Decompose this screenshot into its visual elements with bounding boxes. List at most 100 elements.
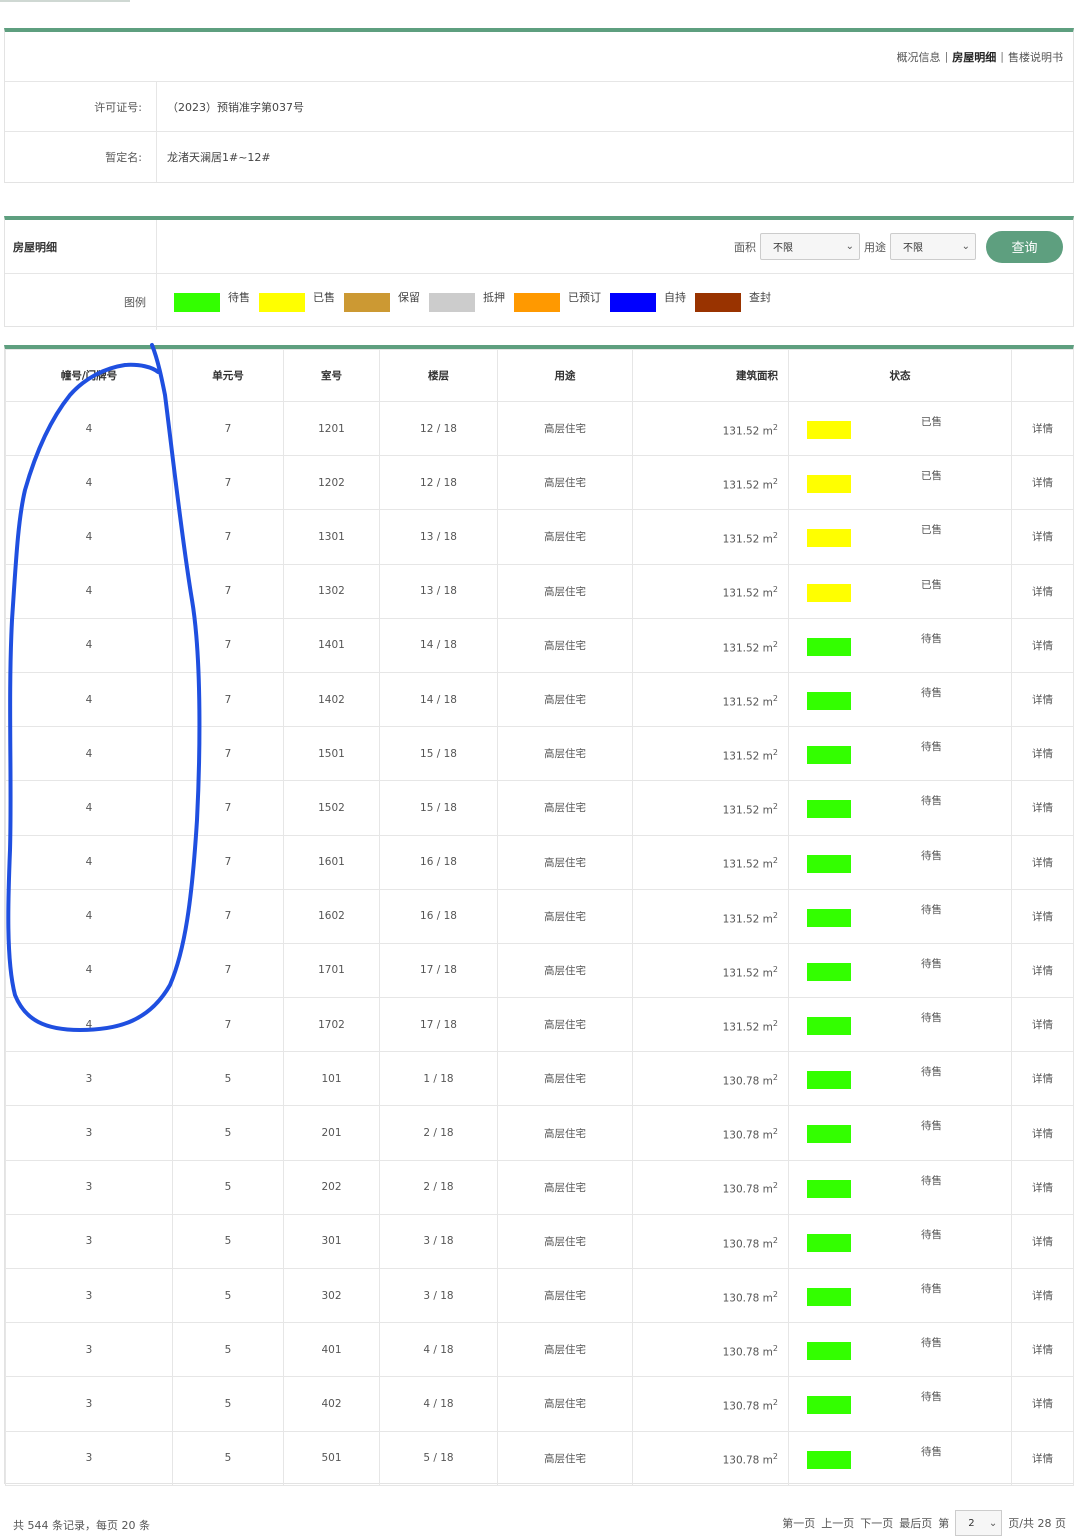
cell-unit: 5: [172, 1105, 284, 1161]
nav-sales-manual-link[interactable]: 售楼说明书: [1008, 49, 1063, 65]
last-page-link[interactable]: 最后页: [899, 1515, 932, 1531]
cell-status: 待售: [788, 1376, 1012, 1432]
detail-link[interactable]: 详情: [1032, 857, 1053, 869]
section-title: 房屋明细: [5, 220, 157, 273]
filter-row: 房屋明细 面积 不限 ⌄ 用途 不限 ⌄ 查询: [5, 220, 1073, 274]
detail-link[interactable]: 详情: [1032, 911, 1053, 923]
cell-room: 201: [283, 1105, 380, 1161]
detail-link[interactable]: 详情: [1032, 423, 1053, 435]
table-row: 4 7 1202 12 / 18 高层住宅 131.52 m2 已售 详情: [5, 455, 1074, 511]
area-unit-sup: 2: [772, 856, 778, 866]
area-filter-select[interactable]: 不限 ⌄: [760, 233, 860, 260]
query-button[interactable]: 查询: [986, 230, 1063, 263]
cell-status: 待售: [788, 1159, 1012, 1215]
detail-link[interactable]: 详情: [1032, 1019, 1053, 1031]
permit-value: （2023）预销准字第037号: [167, 100, 304, 114]
nav-overview-link[interactable]: 概况信息: [897, 49, 941, 65]
status-swatch: [807, 421, 851, 439]
table-row: 4 7 1401 14 / 18 高层住宅 131.52 m2 待售 详情: [5, 617, 1074, 673]
area-value: 131.52: [722, 804, 760, 817]
cell-usage: 高层住宅: [497, 1376, 633, 1432]
detail-cell: 详情: [1011, 1159, 1074, 1215]
detail-link[interactable]: 详情: [1032, 531, 1053, 543]
cell-unit: 5: [172, 1213, 284, 1270]
legend-text: 已预订: [568, 291, 601, 304]
cell-floor: 15 / 18: [379, 780, 498, 836]
cell-building: 3: [5, 1105, 173, 1161]
cell-status: 已售: [788, 455, 1012, 511]
detail-link[interactable]: 详情: [1032, 1290, 1053, 1302]
first-page-link[interactable]: 第一页: [782, 1515, 815, 1531]
legend-swatch: [259, 292, 305, 312]
page-select[interactable]: 2 ⌄: [955, 1510, 1003, 1536]
cell-status: 待售: [788, 888, 1012, 944]
cell-floor: 5 / 18: [379, 1430, 498, 1486]
usage-filter-select[interactable]: 不限 ⌄: [890, 233, 976, 260]
page-suffix: 页/共 28 页: [1008, 1517, 1066, 1530]
detail-link[interactable]: 详情: [1032, 477, 1053, 489]
status-text: 待售: [921, 1228, 942, 1241]
cell-building: 3: [5, 1376, 173, 1432]
detail-link[interactable]: 详情: [1032, 1236, 1053, 1248]
cell-area: 131.52 m2: [632, 834, 789, 890]
area-value: 130.78: [722, 1346, 760, 1359]
area-unit-sup: 2: [772, 1073, 778, 1083]
area-unit-sup: 2: [772, 1127, 778, 1137]
legend-swatch: [610, 292, 656, 312]
status-text: 待售: [921, 795, 942, 808]
area-unit-sup: 2: [772, 964, 778, 974]
status-swatch: [807, 800, 851, 819]
cell-unit: 7: [172, 563, 284, 619]
cell-building: 4: [5, 563, 173, 619]
cell-room: 401: [283, 1322, 380, 1378]
status-text: 待售: [921, 1391, 942, 1404]
status-swatch: [807, 962, 851, 981]
status-swatch: [807, 583, 851, 602]
detail-link[interactable]: 详情: [1032, 748, 1053, 760]
detail-link[interactable]: 详情: [1032, 1453, 1053, 1465]
status-swatch: [807, 691, 851, 710]
cell-area: 130.78 m2: [632, 1159, 789, 1215]
status-text: 待售: [921, 741, 942, 754]
cell-room: 1302: [283, 563, 380, 619]
cell-room: 1201: [283, 400, 380, 457]
detail-link[interactable]: 详情: [1032, 1073, 1053, 1085]
cell-building: 4: [5, 997, 173, 1053]
detail-cell: 详情: [1011, 1105, 1074, 1161]
detail-link[interactable]: 详情: [1032, 965, 1053, 977]
area-value: 130.78: [722, 1238, 760, 1251]
status-swatch: [807, 637, 851, 656]
detail-link[interactable]: 详情: [1032, 1398, 1053, 1410]
detail-link[interactable]: 详情: [1032, 1182, 1053, 1194]
detail-link[interactable]: 详情: [1032, 1128, 1053, 1140]
cell-floor: 14 / 18: [379, 671, 498, 728]
cell-room: 101: [283, 1051, 380, 1107]
cell-building: 4: [5, 834, 173, 890]
nav-house-detail-link[interactable]: 房屋明细: [952, 49, 996, 65]
cell-status: 待售: [788, 997, 1012, 1053]
prev-page-link[interactable]: 上一页: [821, 1515, 854, 1531]
detail-cell: 详情: [1011, 400, 1074, 457]
chevron-down-icon: ⌄: [845, 241, 854, 252]
cell-usage: 高层住宅: [497, 726, 633, 782]
area-unit: m: [762, 425, 773, 438]
detail-link[interactable]: 详情: [1032, 694, 1053, 706]
cell-building: 3: [5, 1051, 173, 1107]
detail-link[interactable]: 详情: [1032, 802, 1053, 814]
status-swatch: [807, 1233, 851, 1252]
usage-filter-label: 用途: [864, 240, 886, 254]
detail-link[interactable]: 详情: [1032, 640, 1053, 652]
legend-swatch: [344, 292, 390, 312]
cell-usage: 高层住宅: [497, 617, 633, 673]
area-unit: m: [762, 479, 773, 492]
status-swatch: [807, 1450, 851, 1469]
cell-floor: 4 / 18: [379, 1376, 498, 1432]
area-filter-value: 不限: [773, 243, 793, 254]
detail-cell: 详情: [1011, 780, 1074, 836]
detail-link[interactable]: 详情: [1032, 1344, 1053, 1356]
cell-area: 131.52 m2: [632, 726, 789, 782]
cell-building: 4: [5, 888, 173, 944]
cell-usage: 高层住宅: [497, 400, 633, 457]
detail-link[interactable]: 详情: [1032, 586, 1053, 598]
next-page-link[interactable]: 下一页: [860, 1515, 893, 1531]
